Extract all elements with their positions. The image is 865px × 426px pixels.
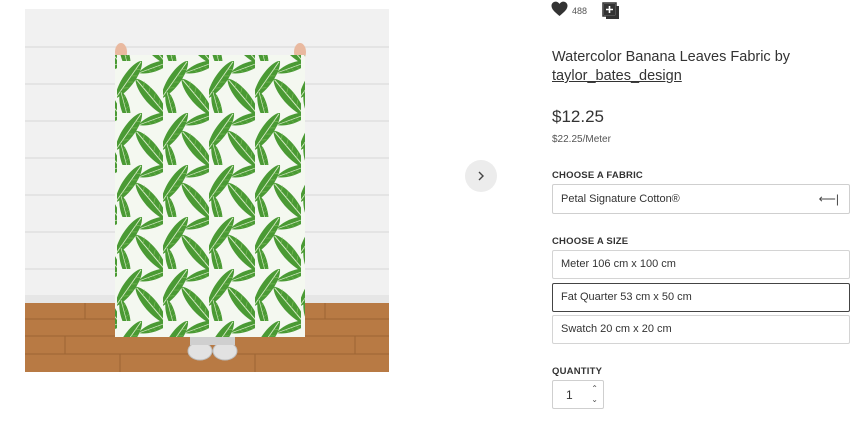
choose-fabric-label: CHOOSE A FABRIC (552, 170, 643, 181)
heart-icon (551, 1, 568, 16)
select-arrow-icon: ⟵| (818, 192, 839, 206)
designer-link[interactable]: taylor_bates_design (552, 68, 682, 84)
quantity-value[interactable]: 1 (566, 388, 573, 402)
fabric-select[interactable]: Petal Signature Cotton® ⟵| (552, 184, 850, 214)
quantity-label: QUANTITY (552, 366, 603, 377)
size-option-meter[interactable]: Meter 106 cm x 100 cm (552, 250, 850, 279)
size-option-swatch[interactable]: Swatch 20 cm x 20 cm (552, 315, 850, 344)
size-option-label: Swatch 20 cm x 20 cm (561, 323, 672, 335)
quantity-stepper[interactable]: 1 ⌃ ⌄ (552, 380, 604, 409)
chevron-right-icon (478, 171, 484, 181)
size-option-fat-quarter[interactable]: Fat Quarter 53 cm x 50 cm (552, 283, 850, 312)
price: $12.25 (552, 107, 604, 126)
add-to-collection-button[interactable] (602, 2, 620, 20)
product-photo-illustration (25, 9, 389, 372)
favorite-count: 488 (572, 5, 588, 16)
favorite-button[interactable]: 488 (551, 1, 587, 17)
product-image (25, 9, 389, 372)
choose-size-label: CHOOSE A SIZE (552, 236, 629, 247)
fabric-select-value: Petal Signature Cotton® (561, 193, 680, 205)
next-image-button[interactable] (465, 160, 497, 192)
size-option-label: Fat Quarter 53 cm x 50 cm (561, 291, 692, 303)
product-name: Watercolor Banana Leaves Fabric by (552, 49, 791, 65)
chevron-down-icon[interactable]: ⌄ (591, 394, 598, 405)
add-to-collection-icon (602, 2, 619, 19)
unit-price: $22.25/Meter (552, 134, 611, 145)
product-title: Watercolor Banana Leaves Fabric by taylo… (552, 48, 852, 86)
quantity-arrows: ⌃ ⌄ (591, 383, 598, 405)
size-option-label: Meter 106 cm x 100 cm (561, 258, 676, 270)
chevron-up-icon[interactable]: ⌃ (591, 383, 598, 394)
